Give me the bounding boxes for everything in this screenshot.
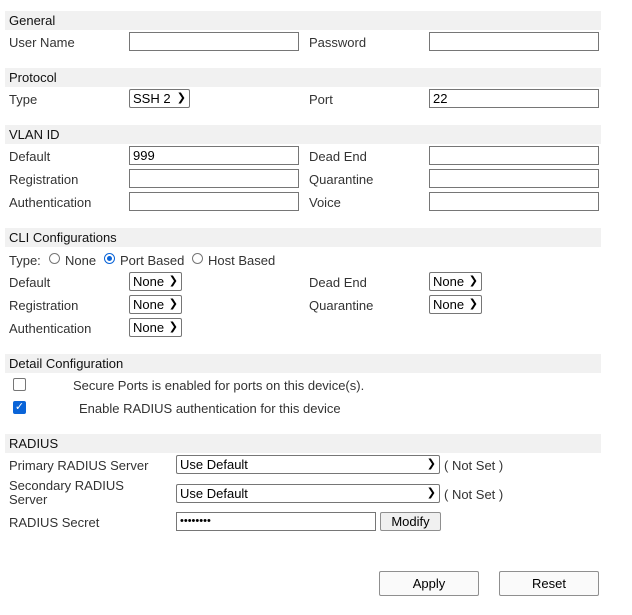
cli-registration-label: Registration bbox=[9, 298, 79, 313]
cli-radio-port-based[interactable] bbox=[104, 253, 115, 264]
radius-section-header: RADIUS bbox=[5, 434, 601, 453]
cli-default-select[interactable]: None ❯ bbox=[129, 272, 182, 291]
vlan-dead-end-input[interactable] bbox=[429, 146, 599, 165]
cli-radio-none[interactable] bbox=[49, 253, 60, 264]
modify-button[interactable]: Modify bbox=[380, 512, 441, 531]
checkmark-icon: ✓ bbox=[14, 401, 25, 413]
cli-quarantine-value: None bbox=[433, 297, 465, 312]
general-header-label: General bbox=[9, 13, 56, 28]
vlan-section-header: VLAN ID bbox=[5, 125, 601, 144]
vlan-header-label: VLAN ID bbox=[9, 127, 60, 142]
radius-secret-label: RADIUS Secret bbox=[9, 515, 100, 530]
detail-section-header: Detail Configuration bbox=[5, 354, 601, 373]
protocol-type-value: SSH 2 bbox=[133, 91, 171, 106]
chevron-down-icon: ❯ bbox=[168, 275, 178, 287]
cli-type-label: Type: bbox=[9, 253, 41, 268]
cli-quarantine-label: Quarantine bbox=[309, 298, 374, 313]
radius-auth-checkbox[interactable]: ✓ bbox=[13, 401, 26, 414]
vlan-authentication-input[interactable] bbox=[129, 192, 299, 211]
protocol-header-label: Protocol bbox=[9, 70, 57, 85]
cli-radio-host-based[interactable] bbox=[192, 253, 203, 264]
general-section-header: General bbox=[5, 11, 601, 30]
primary-radius-select[interactable]: Use Default ❯ bbox=[176, 455, 440, 474]
cli-radio-host-based-label: Host Based bbox=[208, 253, 276, 268]
vlan-dead-end-label: Dead End bbox=[309, 149, 367, 164]
secure-ports-checkbox[interactable] bbox=[13, 378, 26, 391]
password-label: Password bbox=[309, 35, 367, 50]
chevron-down-icon: ❯ bbox=[426, 458, 436, 470]
cli-authentication-select[interactable]: None ❯ bbox=[129, 318, 182, 337]
primary-radius-value: Use Default bbox=[180, 457, 248, 472]
cli-default-label: Default bbox=[9, 275, 51, 290]
chevron-down-icon: ❯ bbox=[426, 487, 436, 499]
secondary-radius-label-line2: Server bbox=[9, 492, 48, 507]
username-input[interactable] bbox=[129, 32, 299, 51]
cli-authentication-label: Authentication bbox=[9, 321, 92, 336]
secure-ports-text: Secure Ports is enabled for ports on thi… bbox=[73, 378, 365, 393]
primary-radius-status: ( Not Set ) bbox=[444, 458, 504, 473]
chevron-down-icon: ❯ bbox=[168, 321, 178, 333]
chevron-down-icon: ❯ bbox=[168, 298, 178, 310]
secondary-radius-label: Secondary RADIUS Server bbox=[9, 479, 124, 507]
cli-quarantine-select[interactable]: None ❯ bbox=[429, 295, 482, 314]
username-label: User Name bbox=[9, 35, 75, 50]
reset-button[interactable]: Reset bbox=[499, 571, 599, 596]
cli-header-label: CLI Configurations bbox=[9, 230, 117, 245]
vlan-authentication-label: Authentication bbox=[9, 195, 92, 210]
secondary-radius-label-line1: Secondary RADIUS bbox=[9, 478, 124, 493]
port-label: Port bbox=[309, 92, 333, 107]
port-input[interactable] bbox=[429, 89, 599, 108]
cli-default-value: None bbox=[133, 274, 165, 289]
vlan-default-label: Default bbox=[9, 149, 51, 164]
secondary-radius-status: ( Not Set ) bbox=[444, 487, 504, 502]
cli-registration-select[interactable]: None ❯ bbox=[129, 295, 182, 314]
cli-radio-port-based-label: Port Based bbox=[120, 253, 185, 268]
cli-radio-none-label: None bbox=[65, 253, 97, 268]
secondary-radius-select[interactable]: Use Default ❯ bbox=[176, 484, 440, 503]
radius-secret-input[interactable]: •••••••• bbox=[176, 512, 376, 531]
vlan-quarantine-label: Quarantine bbox=[309, 172, 374, 187]
vlan-voice-label: Voice bbox=[309, 195, 341, 210]
protocol-type-label: Type bbox=[9, 92, 38, 107]
cli-registration-value: None bbox=[133, 297, 165, 312]
chevron-down-icon: ❯ bbox=[176, 92, 186, 104]
cli-authentication-value: None bbox=[133, 320, 165, 335]
cli-dead-end-select[interactable]: None ❯ bbox=[429, 272, 482, 291]
primary-radius-label: Primary RADIUS Server bbox=[9, 458, 149, 473]
apply-button[interactable]: Apply bbox=[379, 571, 479, 596]
cli-dead-end-label: Dead End bbox=[309, 275, 367, 290]
radius-header-label: RADIUS bbox=[9, 436, 59, 451]
vlan-quarantine-input[interactable] bbox=[429, 169, 599, 188]
protocol-type-select[interactable]: SSH 2 ❯ bbox=[129, 89, 190, 108]
vlan-registration-label: Registration bbox=[9, 172, 79, 187]
secondary-radius-value: Use Default bbox=[180, 486, 248, 501]
radius-auth-text: Enable RADIUS authentication for this de… bbox=[79, 401, 341, 416]
vlan-default-input[interactable] bbox=[129, 146, 299, 165]
cli-dead-end-value: None bbox=[433, 274, 465, 289]
protocol-section-header: Protocol bbox=[5, 68, 601, 87]
detail-header-label: Detail Configuration bbox=[9, 356, 124, 371]
password-input[interactable] bbox=[429, 32, 599, 51]
chevron-down-icon: ❯ bbox=[468, 275, 478, 287]
vlan-voice-input[interactable] bbox=[429, 192, 599, 211]
chevron-down-icon: ❯ bbox=[468, 298, 478, 310]
vlan-registration-input[interactable] bbox=[129, 169, 299, 188]
cli-section-header: CLI Configurations bbox=[5, 228, 601, 247]
